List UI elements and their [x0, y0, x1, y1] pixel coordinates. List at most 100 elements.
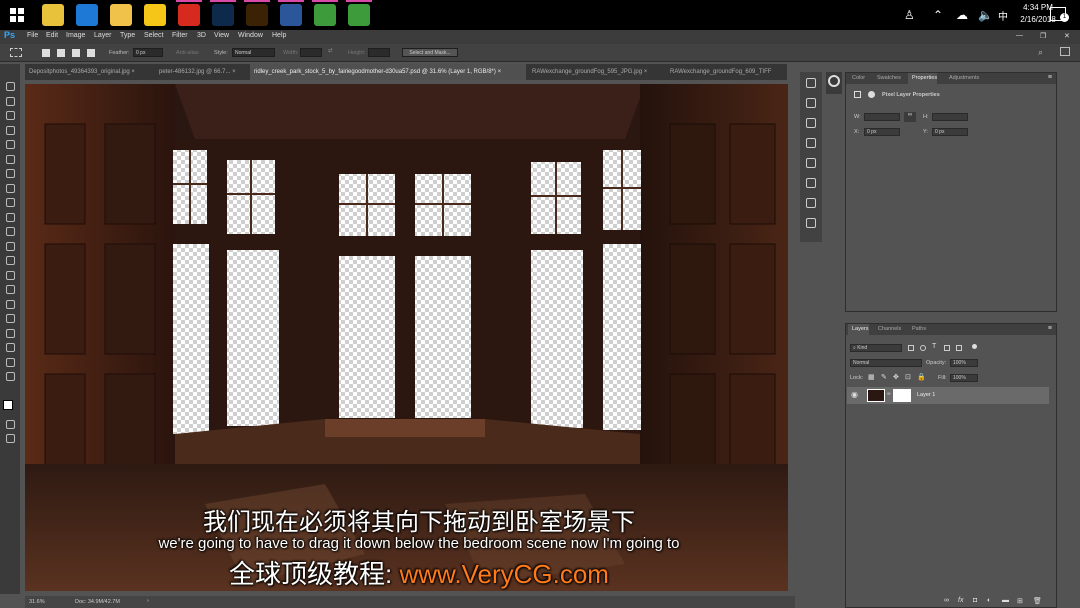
bridge-icon[interactable]	[246, 4, 268, 26]
filter-pixel-icon[interactable]	[908, 345, 914, 351]
menu-filter[interactable]: Filter	[172, 32, 188, 39]
y-input[interactable]: 0 px	[932, 128, 968, 136]
gradient-tool-icon[interactable]	[6, 241, 15, 251]
dodge-tool-icon[interactable]	[6, 270, 15, 280]
move-tool-icon[interactable]	[6, 82, 15, 91]
menu-window[interactable]: Window	[238, 32, 263, 39]
mask-icon[interactable]	[868, 91, 875, 98]
adjustments-icon[interactable]	[806, 138, 816, 148]
character-icon[interactable]	[806, 158, 816, 168]
file-explorer-icon[interactable]	[110, 4, 132, 26]
document-tab[interactable]: Depositphotos_49364393_original.jpg ×	[25, 64, 153, 80]
marquee-tool-icon[interactable]	[6, 96, 15, 106]
status-arrow-icon[interactable]: ›	[147, 598, 149, 604]
visibility-eye-icon[interactable]: ◉	[851, 390, 858, 399]
people-icon[interactable]: ♙	[904, 8, 915, 22]
chrome-icon[interactable]	[42, 4, 64, 26]
libraries-icon[interactable]	[806, 218, 816, 228]
opacity-input[interactable]: 100%	[950, 359, 978, 367]
restore-icon[interactable]: ❐	[1040, 32, 1046, 40]
style-select[interactable]: Normal	[232, 48, 275, 57]
height-input[interactable]	[368, 48, 390, 57]
add-style-icon[interactable]: fx	[958, 597, 963, 604]
panel-tab-swatches[interactable]: Swatches	[873, 73, 901, 84]
adobe-cc-icon[interactable]	[178, 4, 200, 26]
filter-toggle-icon[interactable]	[972, 344, 977, 349]
camtasia-recorder-icon[interactable]	[348, 4, 370, 26]
menu-help[interactable]: Help	[272, 32, 286, 39]
brush-settings-icon[interactable]	[806, 98, 816, 108]
close-tab-icon[interactable]: ×	[230, 69, 236, 75]
panel-menu-icon[interactable]: ≡	[1048, 74, 1052, 81]
volume-icon[interactable]: 🔈	[978, 8, 993, 22]
new-group-icon[interactable]: ▬	[1002, 597, 1009, 604]
lasso-tool-icon[interactable]	[6, 111, 15, 120]
history-brush-tool-icon[interactable]	[6, 212, 15, 222]
path-select-tool-icon[interactable]	[6, 314, 15, 323]
layer-filter-select[interactable]: ⌕ Kind	[850, 344, 902, 352]
x-input[interactable]: 0 px	[864, 128, 900, 136]
link-icon[interactable]: ∞	[904, 112, 916, 122]
norton-icon[interactable]	[144, 4, 166, 26]
select-and-mask-button[interactable]: Select and Mask...	[402, 48, 458, 57]
layer-row[interactable]: ◉ ∞ Layer 1	[847, 387, 1049, 404]
lock-image-icon[interactable]: ✎	[881, 373, 887, 381]
document-tab[interactable]: RAWexchange_groundFog_609_TIFF	[666, 64, 787, 80]
zoom-tool-icon[interactable]	[6, 357, 15, 367]
paragraph-icon[interactable]	[806, 178, 816, 188]
screen-mode-icon[interactable]	[6, 434, 15, 443]
lock-position-icon[interactable]: ✥	[893, 373, 899, 381]
w-input[interactable]	[864, 113, 900, 121]
panel-tab-channels[interactable]: Channels	[874, 324, 901, 335]
eyedropper-tool-icon[interactable]	[6, 154, 15, 164]
h-input[interactable]	[932, 113, 968, 121]
marquee-tool-preset-icon[interactable]	[10, 48, 22, 57]
more-tools-tool-icon[interactable]	[6, 372, 15, 381]
workspace-icon[interactable]	[1060, 47, 1070, 56]
add-selection-icon[interactable]	[57, 49, 65, 57]
filter-adjustment-icon[interactable]	[920, 345, 926, 351]
close-tab-icon[interactable]: ×	[642, 69, 648, 75]
ime-icon[interactable]: 中	[998, 8, 1008, 23]
chevron-up-icon[interactable]: ⌃	[933, 8, 943, 22]
brush-tool-icon[interactable]	[6, 183, 15, 193]
width-input[interactable]	[300, 48, 322, 57]
add-mask-icon[interactable]: ◘	[973, 597, 977, 604]
subtract-selection-icon[interactable]	[72, 49, 80, 57]
camtasia-overlay-icon[interactable]	[826, 72, 842, 94]
clone-source-icon[interactable]	[806, 118, 816, 128]
pen-tool-icon[interactable]	[6, 285, 15, 294]
panel-tab-layers[interactable]: Layers	[848, 324, 869, 335]
lock-all-icon[interactable]: 🔒	[917, 373, 926, 381]
layers-panel-menu-icon[interactable]: ≡	[1048, 325, 1052, 332]
delete-layer-icon[interactable]: 🗑	[1033, 597, 1042, 605]
menu-layer[interactable]: Layer	[94, 32, 112, 39]
crop-tool-icon[interactable]	[6, 140, 15, 149]
link-layers-icon[interactable]: ∞	[944, 597, 949, 604]
photoshop-icon[interactable]	[212, 4, 234, 26]
3d-icon[interactable]	[806, 198, 816, 208]
swap-icon[interactable]: ⇄	[328, 48, 333, 54]
menu-image[interactable]: Image	[66, 32, 85, 39]
menu-type[interactable]: Type	[120, 32, 135, 39]
document-tab[interactable]: ridley_creek_park_stock_5_by_fairiegoodm…	[250, 64, 526, 80]
healing-tool-icon[interactable]	[6, 169, 15, 178]
close-icon[interactable]: ✕	[1064, 32, 1070, 40]
filter-shape-icon[interactable]	[944, 345, 950, 351]
history-icon[interactable]	[806, 78, 816, 88]
edge-icon[interactable]	[76, 4, 98, 26]
type-tool-icon[interactable]	[6, 299, 15, 309]
new-adjustment-icon[interactable]: ◐	[987, 597, 991, 604]
menu-view[interactable]: View	[214, 32, 229, 39]
filter-smart-icon[interactable]	[956, 345, 962, 351]
lock-transparent-icon[interactable]: ▦	[868, 373, 875, 381]
menu-edit[interactable]: Edit	[46, 32, 58, 39]
panel-tab-properties[interactable]: Properties	[908, 73, 938, 84]
menu-select[interactable]: Select	[144, 32, 163, 39]
windows-start-icon[interactable]	[10, 8, 24, 22]
quick-mask-icon[interactable]	[6, 420, 15, 429]
clone-stamp-tool-icon[interactable]	[6, 198, 15, 207]
close-tab-icon[interactable]: ×	[130, 69, 135, 75]
word-icon[interactable]	[280, 4, 302, 26]
search-icon[interactable]: ⌕	[1038, 47, 1043, 58]
